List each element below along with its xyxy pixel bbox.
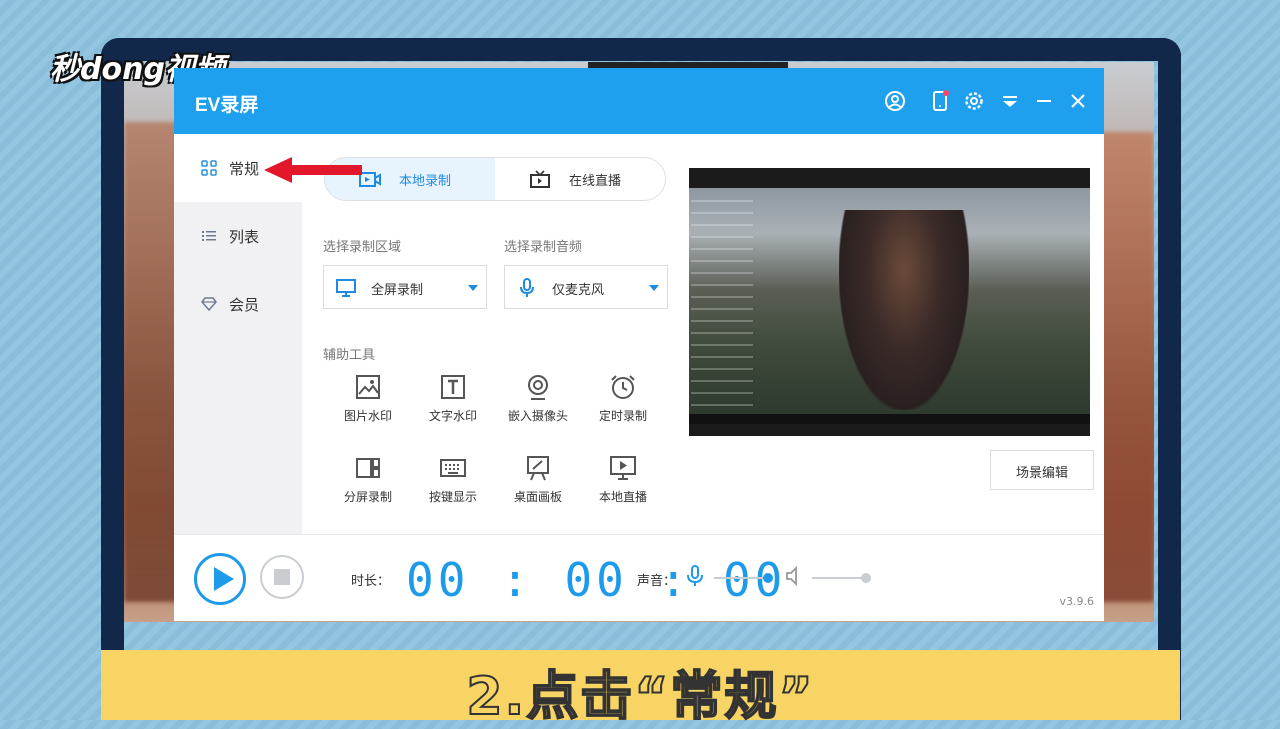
- tool-image-watermark[interactable]: 图片水印: [333, 374, 403, 434]
- tool-timed-record[interactable]: 定时录制: [588, 374, 658, 434]
- text-icon: [440, 374, 466, 400]
- diamond-icon: [201, 296, 217, 312]
- alarm-icon: [610, 374, 636, 400]
- ev-recorder-window: EV录屏 常规 列表 会员 本地录制 在线直播 选择录制区域 选择录制音频 全屏…: [174, 68, 1104, 621]
- tools-label: 辅助工具: [323, 348, 376, 363]
- webcam-icon: [525, 374, 551, 400]
- microphone-icon: [517, 278, 537, 298]
- duration-label: 时长：: [351, 574, 391, 589]
- dropdown-icon[interactable]: [999, 90, 1021, 112]
- tool-embed-webcam[interactable]: 嵌入摄像头: [503, 374, 573, 434]
- split-screen-icon: [355, 455, 381, 481]
- area-select[interactable]: 全屏录制: [323, 265, 487, 309]
- phone-icon[interactable]: [929, 90, 951, 112]
- preview-subject: [839, 210, 969, 410]
- volume-label: 声音：: [637, 574, 677, 589]
- record-mode-tabs: 本地录制 在线直播: [324, 157, 666, 201]
- audio-label: 选择录制音频: [504, 240, 583, 255]
- tool-desktop-drawing[interactable]: 桌面画板: [503, 455, 573, 515]
- microphone-icon[interactable]: [686, 565, 704, 587]
- desktop-icons: [691, 190, 753, 410]
- sidebar-item-label: 会员: [229, 296, 260, 314]
- area-select-value: 全屏录制: [371, 283, 424, 298]
- tool-label: 嵌入摄像头: [507, 409, 568, 423]
- tool-label: 本地直播: [598, 490, 647, 504]
- tool-local-live[interactable]: 本地直播: [588, 455, 658, 515]
- user-icon[interactable]: [884, 90, 906, 112]
- mic-volume-slider[interactable]: [714, 577, 768, 579]
- tab-label: 在线直播: [569, 174, 622, 189]
- speaker-icon[interactable]: [785, 565, 803, 587]
- scene-edit-label: 场景编辑: [1015, 466, 1068, 481]
- chevron-down-icon: [649, 285, 659, 291]
- tv-icon: [529, 170, 551, 188]
- red-arrow-annotation: [264, 157, 362, 183]
- tool-label: 文字水印: [428, 409, 477, 423]
- tool-label: 分屏录制: [343, 490, 392, 504]
- monitor-icon: [336, 278, 356, 298]
- speaker-volume-knob[interactable]: [861, 573, 871, 583]
- tab-online-live[interactable]: 在线直播: [495, 158, 665, 200]
- caption-text: 2.点击“常规”: [465, 666, 815, 728]
- title-bar: EV录屏: [174, 68, 1104, 134]
- tool-text-watermark[interactable]: 文字水印: [418, 374, 488, 434]
- keyboard-icon: [440, 455, 466, 481]
- version-label: v3.9.6: [1059, 595, 1095, 608]
- recording-preview: [689, 168, 1090, 436]
- tool-label: 定时录制: [598, 409, 647, 423]
- easel-icon: [525, 455, 551, 481]
- preview-taskbar: [689, 414, 1090, 424]
- tool-label: 桌面画板: [513, 490, 562, 504]
- tab-label: 本地录制: [399, 174, 452, 189]
- close-icon[interactable]: [1067, 90, 1089, 112]
- image-icon: [355, 374, 381, 400]
- tool-label: 按键显示: [428, 490, 477, 504]
- monitor-play-icon: [610, 455, 636, 481]
- tool-split-screen[interactable]: 分屏录制: [333, 455, 403, 515]
- sidebar: 常规 列表 会员: [174, 134, 302, 534]
- audio-select[interactable]: 仅麦克风: [504, 265, 668, 309]
- play-button[interactable]: [194, 553, 246, 605]
- gear-icon[interactable]: [963, 90, 985, 112]
- control-bar: 时长： 00 : 00 : 00 声音： v3.9.6: [174, 534, 1104, 621]
- mic-volume-knob[interactable]: [763, 573, 773, 583]
- sidebar-item-member[interactable]: 会员: [174, 270, 302, 338]
- area-label: 选择录制区域: [323, 240, 402, 255]
- app-title: EV录屏: [195, 95, 259, 116]
- list-icon: [201, 228, 217, 244]
- grid-icon: [201, 160, 217, 176]
- sidebar-item-list[interactable]: 列表: [174, 202, 302, 270]
- stop-button[interactable]: [260, 555, 304, 599]
- minimize-icon[interactable]: [1033, 90, 1055, 112]
- sidebar-item-label: 常规: [229, 160, 260, 178]
- caption-bar: 2.点击“常规”: [101, 650, 1180, 728]
- scene-edit-button[interactable]: 场景编辑: [990, 450, 1094, 490]
- sidebar-item-label: 列表: [229, 228, 260, 246]
- tool-label: 图片水印: [343, 409, 392, 423]
- audio-select-value: 仅麦克风: [552, 283, 605, 298]
- duration-timer: 00 : 00 : 00: [406, 553, 787, 607]
- chevron-down-icon: [468, 285, 478, 291]
- speaker-volume-slider[interactable]: [812, 577, 866, 579]
- tool-key-display[interactable]: 按键显示: [418, 455, 488, 515]
